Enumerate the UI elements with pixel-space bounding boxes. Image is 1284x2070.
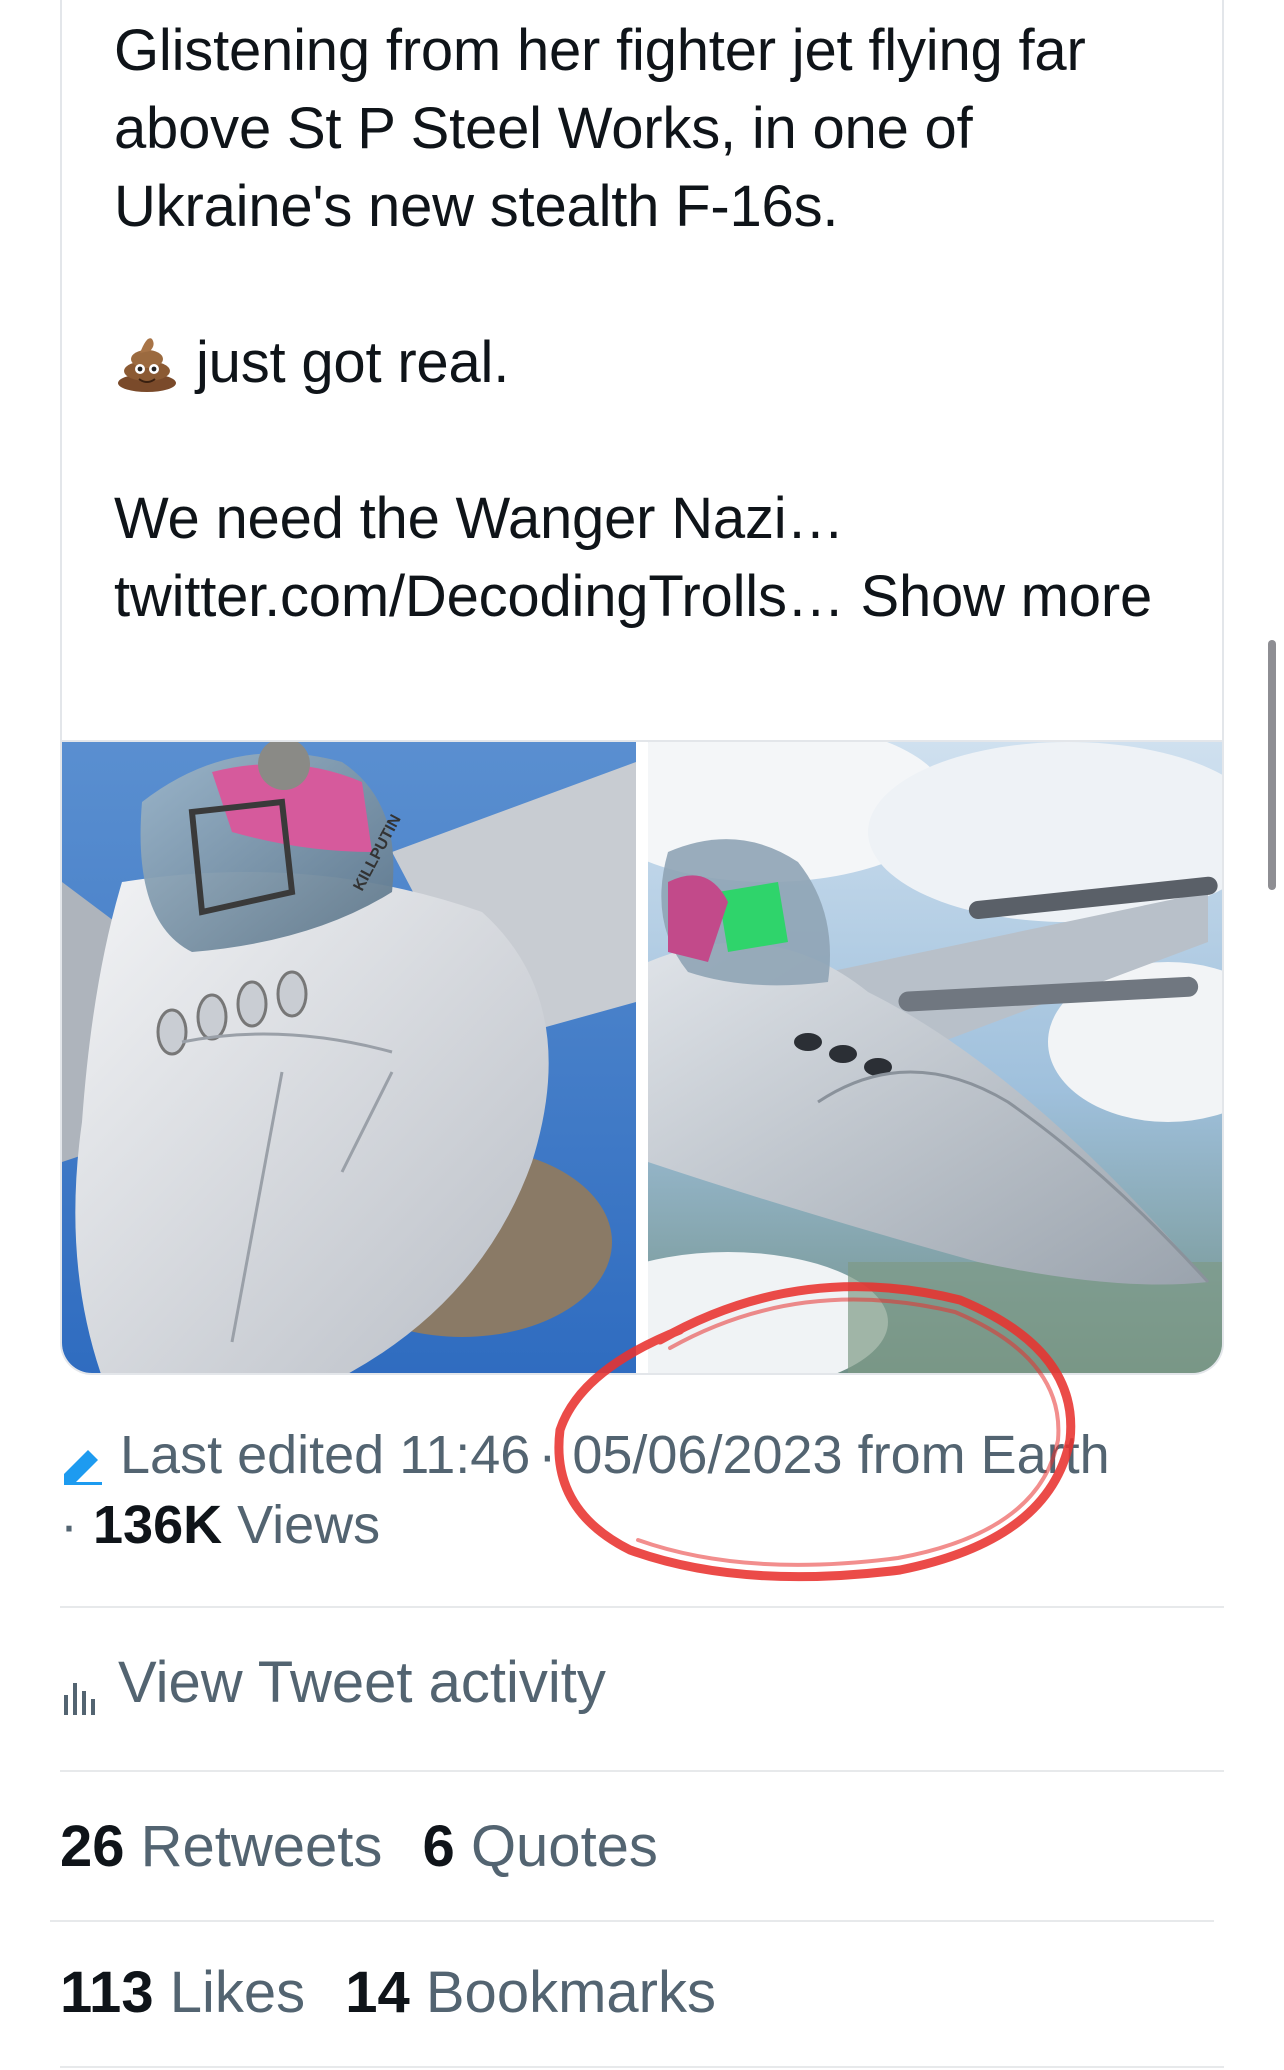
quotes-stat[interactable]: 6 Quotes: [423, 1814, 658, 1879]
media-image-1[interactable]: KILLPUTIN: [62, 742, 636, 1373]
quoted-tweet-link-text: We need the Wanger Nazi… twitter.com/Dec…: [114, 486, 845, 629]
tweet-detail-page: Glistening from her fighter jet flying f…: [0, 0, 1284, 2070]
quoted-tweet-paragraph-2-text: just got real.: [196, 330, 510, 395]
scrollbar[interactable]: [1268, 640, 1276, 890]
quotes-label: Quotes: [470, 1814, 658, 1879]
edited-label[interactable]: Last edited: [120, 1420, 384, 1490]
fighter-jet-cockpit-photo-icon: KILLPUTIN: [62, 742, 636, 1373]
bookmarks-stat[interactable]: 14 Bookmarks: [345, 1960, 716, 2025]
divider-1: [60, 1606, 1224, 1608]
likes-count: 113: [60, 1960, 154, 2025]
quoted-tweet-card[interactable]: Glistening from her fighter jet flying f…: [60, 0, 1224, 1375]
fighter-jet-in-flight-photo-icon: [648, 742, 1222, 1373]
retweets-quotes-row: 26 Retweets 6 Quotes: [60, 1812, 682, 1882]
tweet-meta-line-1: Last edited 11:46 · 05/06/2023 from Eart…: [60, 1420, 1230, 1490]
tweet-meta-line-2: · 136K Views: [60, 1490, 1230, 1560]
views-count: 136K: [93, 1495, 223, 1555]
quoted-tweet-text: Glistening from her fighter jet flying f…: [114, 12, 1184, 636]
tweet-source: from Earth: [857, 1425, 1110, 1485]
media-image-2[interactable]: [648, 742, 1222, 1373]
view-tweet-activity-label: View Tweet activity: [118, 1650, 606, 1715]
pencil-icon: [60, 1433, 106, 1485]
views-label: Views: [237, 1495, 381, 1555]
retweets-stat[interactable]: 26 Retweets: [60, 1814, 382, 1879]
show-more-link[interactable]: Show more: [860, 564, 1152, 629]
likes-label: Likes: [169, 1960, 306, 2025]
divider-3: [50, 1920, 1214, 1922]
retweets-count: 26: [60, 1814, 125, 1879]
tweet-date: 05/06/2023: [572, 1425, 843, 1485]
poop-emoji-icon: [116, 333, 178, 393]
likes-stat[interactable]: 113 Likes: [60, 1960, 305, 2025]
media-grid: KILLPUTIN: [62, 740, 1222, 1373]
quoted-tweet-paragraph-3: We need the Wanger Nazi… twitter.com/Dec…: [114, 480, 1184, 636]
retweets-label: Retweets: [140, 1814, 383, 1879]
quotes-count: 6: [422, 1814, 455, 1879]
quoted-tweet-paragraph-2: just got real.: [114, 324, 1184, 402]
quoted-tweet-paragraph-1: Glistening from her fighter jet flying f…: [114, 18, 1086, 239]
divider-2: [60, 1770, 1224, 1772]
divider-4: [60, 2066, 1224, 2068]
bookmarks-count: 14: [345, 1960, 410, 2025]
analytics-icon: [60, 1663, 100, 1715]
tweet-time: 11:46: [399, 1425, 531, 1485]
bookmarks-label: Bookmarks: [425, 1960, 716, 2025]
tweet-meta: Last edited 11:46 · 05/06/2023 from Eart…: [60, 1420, 1230, 1560]
meta-separator-2: ·: [60, 1495, 78, 1555]
likes-bookmarks-row: 113 Likes 14 Bookmarks: [60, 1958, 740, 2028]
meta-separator: ·: [538, 1425, 557, 1485]
view-tweet-activity-button[interactable]: View Tweet activity: [60, 1648, 606, 1718]
